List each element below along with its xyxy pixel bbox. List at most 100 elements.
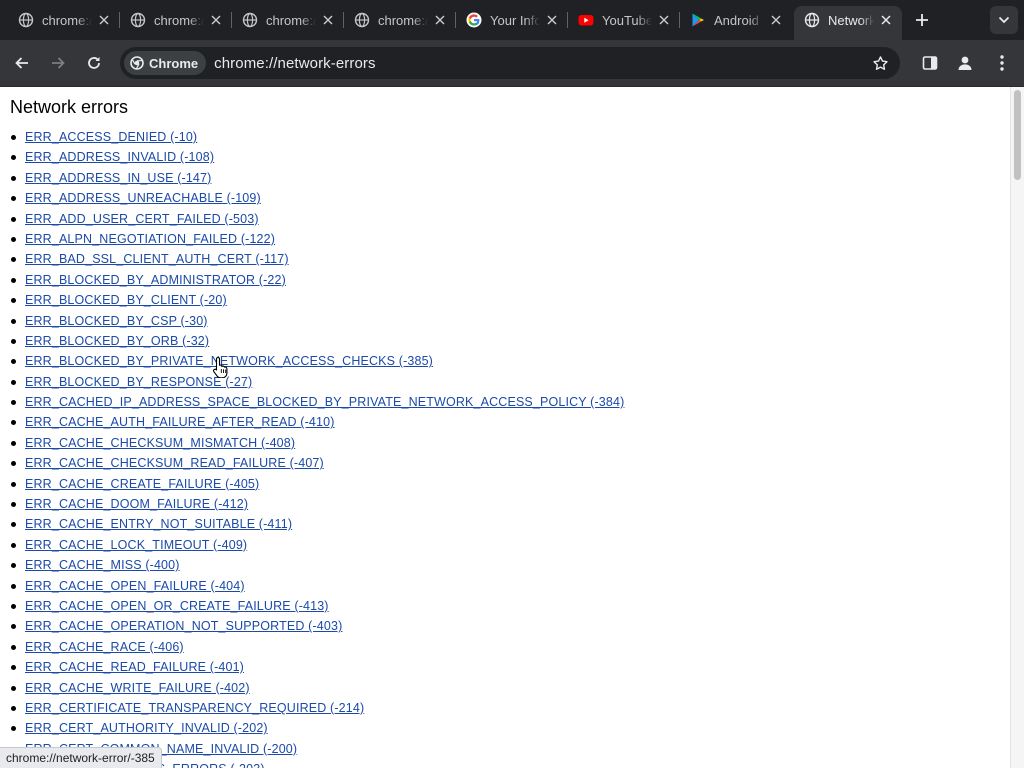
close-icon[interactable] (320, 12, 336, 28)
tab-2[interactable]: chrome:// (120, 6, 232, 34)
error-link[interactable]: ERR_CACHE_OPERATION_NOT_SUPPORTED (-403) (25, 619, 342, 633)
globe-icon (18, 12, 34, 28)
close-icon[interactable] (96, 12, 112, 28)
list-item: ERR_BLOCKED_BY_CSP (-30) (10, 311, 624, 331)
list-item: ERR_CACHE_WRITE_FAILURE (-402) (10, 678, 624, 698)
error-link[interactable]: ERR_CERT_AUTHORITY_INVALID (-202) (25, 721, 268, 735)
tab-6[interactable]: YouTube (568, 6, 680, 34)
list-item: ERR_ADDRESS_INVALID (-108) (10, 147, 624, 167)
list-item: ERR_CACHE_DOOM_FAILURE (-412) (10, 494, 624, 514)
error-link[interactable]: ERR_ADDRESS_UNREACHABLE (-109) (25, 191, 261, 205)
error-link[interactable]: ERR_ALPN_NEGOTIATION_FAILED (-122) (25, 232, 275, 246)
close-icon[interactable] (656, 12, 672, 28)
bookmark-star-icon[interactable] (870, 53, 890, 73)
error-link[interactable]: ERR_BAD_SSL_CLIENT_AUTH_CERT (-117) (25, 252, 289, 266)
hand-cursor-icon (213, 356, 228, 378)
reload-icon (88, 57, 100, 69)
close-icon[interactable] (544, 12, 560, 28)
scrollbar-thumb[interactable] (1014, 90, 1021, 180)
tab-title: Network errors (828, 12, 874, 28)
error-link[interactable]: ERR_BLOCKED_BY_CLIENT (-20) (25, 293, 227, 307)
list-item: ERR_ALPN_NEGOTIATION_FAILED (-122) (10, 229, 624, 249)
play-icon (690, 12, 706, 28)
error-list: ERR_ACCESS_DENIED (-10) ERR_ADDRESS_INVAL… (10, 127, 624, 768)
tab-4[interactable]: chrome:// (344, 6, 456, 34)
profile-button[interactable] (952, 50, 978, 76)
error-link[interactable]: ERR_CACHE_AUTH_FAILURE_AFTER_READ (-410) (25, 415, 335, 429)
list-item: ERR_CACHE_OPEN_FAILURE (-404) (10, 576, 624, 596)
list-item: ERR_CACHE_CREATE_FAILURE (-405) (10, 474, 624, 494)
back-button[interactable] (9, 50, 35, 76)
tab-8-active[interactable]: Network errors (794, 6, 902, 40)
side-panel-button[interactable] (917, 50, 943, 76)
list-item: ERR_CACHE_RACE (-406) (10, 637, 624, 657)
arrow-right-icon (52, 57, 65, 69)
list-item: ERR_BLOCKED_BY_CLIENT (-20) (10, 290, 624, 310)
error-link[interactable]: ERR_CACHE_CREATE_FAILURE (-405) (25, 477, 259, 491)
error-link[interactable]: ERR_CACHE_OPEN_OR_CREATE_FAILURE (-413) (25, 599, 329, 613)
error-link[interactable]: ERR_ADDRESS_INVALID (-108) (25, 150, 214, 164)
forward-button[interactable] (45, 50, 71, 76)
reload-button[interactable] (81, 50, 107, 76)
new-tab-button[interactable] (910, 8, 934, 32)
list-item: ERR_BLOCKED_BY_RESPONSE (-27) (10, 372, 624, 392)
error-link[interactable]: ERR_CACHED_IP_ADDRESS_SPACE_BLOCKED_BY_P… (25, 395, 624, 409)
tab-5[interactable]: Your Info (456, 6, 568, 34)
error-link[interactable]: ERR_CERTIFICATE_TRANSPARENCY_REQUIRED (-… (25, 701, 364, 715)
error-link[interactable]: ERR_CACHE_DOOM_FAILURE (-412) (25, 497, 248, 511)
list-item: ERR_ADDRESS_IN_USE (-147) (10, 168, 624, 188)
address-bar[interactable]: Chrome chrome://network-errors (120, 47, 900, 79)
site-info-label: Chrome (149, 55, 199, 71)
tab-7[interactable]: Android (680, 6, 792, 34)
list-item: ERR_CACHE_READ_FAILURE (-401) (10, 657, 624, 677)
error-link[interactable]: ERR_BLOCKED_BY_CSP (-30) (25, 314, 208, 328)
arrow-left-icon (15, 57, 28, 69)
error-link[interactable]: ERR_ADD_USER_CERT_FAILED (-503) (25, 212, 259, 226)
close-icon[interactable] (208, 12, 224, 28)
error-link[interactable]: ERR_CACHE_MISS (-400) (25, 558, 180, 572)
close-icon[interactable] (432, 12, 448, 28)
tab-title: Your Info (490, 12, 540, 28)
page-content: Network errors ERR_ACCESS_DENIED (-10) ER… (0, 87, 1010, 768)
chevron-down-icon (998, 16, 1010, 24)
vertical-scrollbar[interactable] (1010, 87, 1024, 768)
error-link[interactable]: ERR_CACHE_CHECKSUM_MISMATCH (-408) (25, 436, 295, 450)
error-link[interactable]: ERR_BLOCKED_BY_ORB (-32) (25, 334, 209, 348)
tab-title: YouTube (602, 12, 652, 28)
chrome-icon (130, 56, 144, 70)
error-link[interactable]: ERR_ADDRESS_IN_USE (-147) (25, 171, 211, 185)
site-info-chip[interactable]: Chrome (124, 51, 207, 75)
url-text[interactable]: chrome://network-errors (214, 55, 376, 72)
error-link[interactable]: ERR_CACHE_LOCK_TIMEOUT (-409) (25, 538, 247, 552)
tab-strip: chrome:// chrome:// chrome:// chrome:// (0, 0, 1024, 40)
list-item: ERR_CACHE_AUTH_FAILURE_AFTER_READ (-410) (10, 412, 624, 432)
tab-3[interactable]: chrome:// (232, 6, 344, 34)
page-title: Network errors (10, 97, 129, 117)
close-icon[interactable] (878, 12, 894, 28)
error-link[interactable]: ERR_CACHE_RACE (-406) (25, 640, 184, 654)
list-item: ERR_CACHE_CHECKSUM_MISMATCH (-408) (10, 433, 624, 453)
close-icon[interactable] (768, 12, 784, 28)
error-link[interactable]: ERR_CACHE_CHECKSUM_READ_FAILURE (-407) (25, 456, 324, 470)
error-link[interactable]: ERR_CACHE_READ_FAILURE (-401) (25, 660, 244, 674)
error-link[interactable]: ERR_CACHE_OPEN_FAILURE (-404) (25, 579, 245, 593)
globe-icon (804, 12, 820, 28)
error-link[interactable]: ERR_CACHE_ENTRY_NOT_SUITABLE (-411) (25, 517, 292, 531)
tab-search-button[interactable] (990, 6, 1018, 34)
side-panel-icon (922, 56, 938, 70)
globe-icon (354, 12, 370, 28)
error-link[interactable]: ERR_ACCESS_DENIED (-10) (25, 130, 197, 144)
tab-1[interactable]: chrome:// (8, 6, 120, 34)
tab-title: chrome:// (154, 12, 204, 28)
list-item: ERR_CACHE_MISS (-400) (10, 555, 624, 575)
list-item: ERR_ADD_USER_CERT_FAILED (-503) (10, 209, 624, 229)
browser-toolbar: Chrome chrome://network-errors (0, 40, 1024, 87)
tab-title: Android (714, 12, 759, 28)
more-vert-icon (1000, 55, 1004, 71)
list-item: ERR_CERTIFICATE_TRANSPARENCY_REQUIRED (-… (10, 698, 624, 718)
error-link[interactable]: ERR_CACHE_WRITE_FAILURE (-402) (25, 681, 250, 695)
error-link[interactable]: ERR_BLOCKED_BY_ADMINISTRATOR (-22) (25, 273, 286, 287)
menu-button[interactable] (989, 50, 1015, 76)
list-item: ERR_CACHE_CHECKSUM_READ_FAILURE (-407) (10, 453, 624, 473)
list-item: ERR_ADDRESS_UNREACHABLE (-109) (10, 188, 624, 208)
